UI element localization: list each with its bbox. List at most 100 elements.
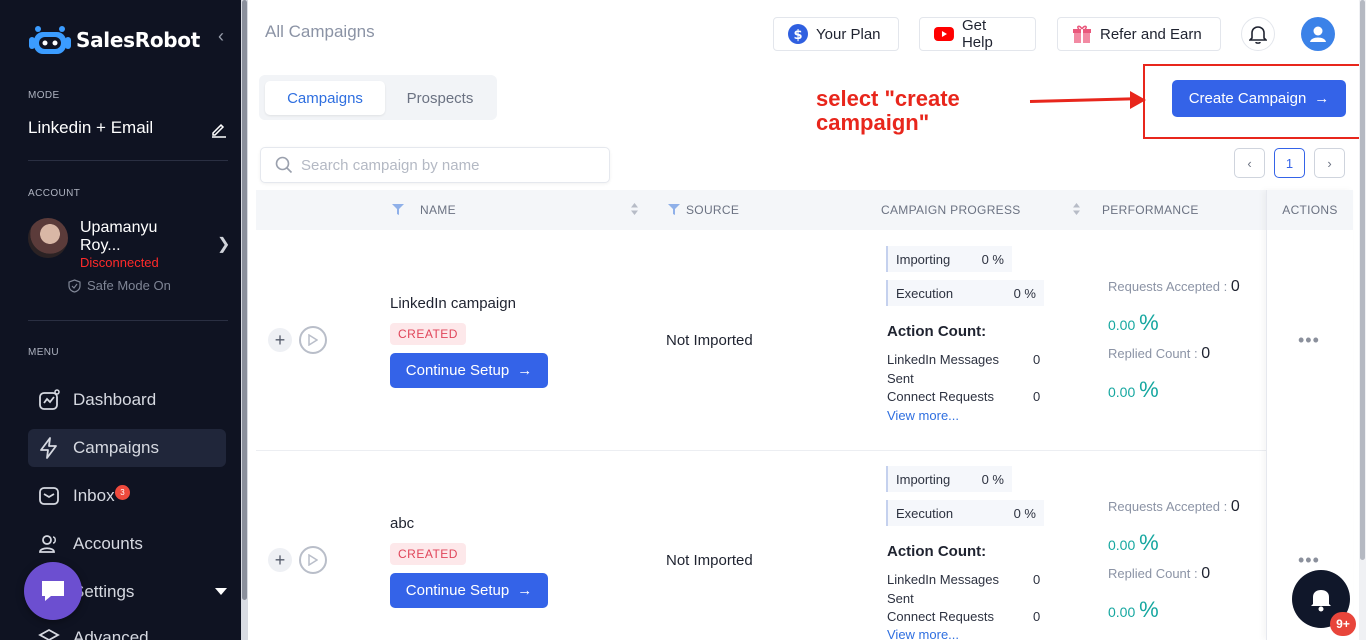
requests-accepted: Requests Accepted : 0 — [1108, 498, 1240, 516]
source-value: Not Imported — [666, 552, 753, 569]
more-options-icon[interactable]: ••• — [1298, 550, 1320, 571]
page-title: All Campaigns — [265, 22, 375, 41]
status-badge: CREATED — [390, 323, 466, 345]
mode-value: Linkedin + Email — [28, 118, 154, 137]
view-more-link[interactable]: View more... — [887, 408, 959, 423]
caret-down-icon[interactable] — [215, 588, 227, 595]
pagination-prev-button[interactable]: ‹ — [1234, 148, 1265, 178]
source-value: Not Imported — [666, 332, 753, 349]
main-scrollbar-thumb[interactable] — [1360, 0, 1365, 560]
linkedin-messages-label: LinkedIn Messages Sent — [887, 572, 1000, 606]
tab-campaigns[interactable]: Campaigns — [265, 81, 385, 115]
execution-label: Execution — [896, 285, 954, 301]
create-campaign-button[interactable]: Create Campaign → — [1172, 80, 1346, 117]
search-campaign-field[interactable] — [260, 147, 610, 183]
brand-logo[interactable]: SalesRobot — [28, 24, 200, 56]
requests-accepted-value: 0 — [1230, 278, 1240, 295]
create-campaign-label: Create Campaign — [1188, 90, 1307, 107]
sidebar-item-label: Dashboard — [73, 390, 157, 409]
arrow-right-icon: → — [517, 362, 533, 379]
importing-value: 0 % — [981, 251, 1004, 267]
chat-support-button[interactable] — [24, 562, 82, 620]
action-count-title: Action Count: — [887, 323, 987, 340]
view-more-link[interactable]: View more... — [887, 627, 959, 640]
percent-symbol: % — [1139, 530, 1159, 555]
pagination-next-button[interactable]: › — [1314, 148, 1345, 178]
sort-icon[interactable] — [1072, 202, 1081, 216]
column-header-source[interactable]: SOURCE — [686, 203, 739, 217]
users-icon — [36, 531, 62, 557]
requests-accepted-label: Requests Accepted : — [1108, 499, 1231, 514]
refer-earn-label: Refer and Earn — [1100, 25, 1202, 43]
pagination-current-page[interactable]: 1 — [1274, 148, 1305, 178]
main-scrollbar[interactable] — [1359, 0, 1366, 640]
row-divider — [256, 450, 1266, 451]
importing-progress: Importing 0 % — [886, 246, 1012, 272]
sidebar-scrollbar[interactable] — [241, 0, 248, 640]
edit-mode-icon[interactable] — [210, 120, 228, 143]
safe-mode-indicator: Safe Mode On — [68, 278, 171, 293]
replied-count-value: 0 — [1201, 565, 1211, 582]
column-header-performance[interactable]: PERFORMANCE — [1102, 203, 1199, 217]
tab-prospects[interactable]: Prospects — [389, 81, 491, 115]
mail-icon — [36, 483, 62, 509]
notification-count-badge: 9+ — [1330, 612, 1356, 636]
replied-count: Replied Count : 0 — [1108, 345, 1210, 363]
requests-accepted-percent: 0.00 % — [1108, 530, 1159, 556]
sidebar-item-dashboard[interactable]: Dashboard — [28, 381, 226, 419]
gift-icon — [1073, 25, 1091, 43]
mode-label: MODE — [28, 90, 60, 101]
more-options-icon[interactable]: ••• — [1298, 330, 1320, 351]
notifications-button[interactable] — [1241, 17, 1275, 51]
layers-icon — [36, 625, 62, 640]
connect-requests-value: 0 — [1033, 389, 1041, 404]
sidebar-item-label: Campaigns — [73, 438, 159, 457]
continue-setup-button[interactable]: Continue Setup → — [390, 353, 548, 388]
get-help-button[interactable]: Get Help — [919, 17, 1036, 51]
table-header: NAME SOURCE CAMPAIGN PROGRESS PERFORMANC… — [256, 190, 1353, 230]
filter-icon[interactable] — [668, 204, 680, 215]
your-plan-button[interactable]: $ Your Plan — [773, 17, 899, 51]
tutorial-annotation: select "create campaign" — [816, 87, 996, 135]
collapse-sidebar-icon[interactable]: ‹ — [218, 26, 224, 47]
refer-earn-button[interactable]: Refer and Earn — [1057, 17, 1221, 51]
replied-count: Replied Count : 0 — [1108, 565, 1210, 583]
connect-requests-label: Connect Requests — [887, 389, 994, 404]
requests-accepted: Requests Accepted : 0 — [1108, 278, 1240, 296]
importing-label: Importing — [896, 251, 951, 267]
action-count-title: Action Count: — [887, 543, 987, 560]
avatar[interactable] — [28, 218, 68, 258]
search-icon — [275, 156, 293, 174]
robot-logo-icon — [29, 26, 71, 54]
account-name[interactable]: Upamanyu Roy... — [80, 219, 190, 255]
play-icon[interactable] — [299, 326, 327, 354]
arrow-right-icon: → — [517, 582, 533, 599]
sidebar-item-campaigns[interactable]: Campaigns — [28, 429, 226, 467]
sidebar-item-advanced[interactable]: Advanced — [28, 619, 226, 640]
campaign-name[interactable]: abc — [390, 515, 414, 532]
user-menu-button[interactable] — [1301, 17, 1335, 51]
percent-value: 0.00 — [1108, 537, 1136, 553]
sidebar-scrollbar-thumb[interactable] — [242, 0, 247, 600]
sidebar-item-accounts[interactable]: Accounts — [28, 525, 226, 563]
plus-icon[interactable]: + — [268, 548, 292, 572]
dollar-icon: $ — [788, 24, 808, 44]
plus-icon[interactable]: + — [268, 328, 292, 352]
get-help-label: Get Help — [961, 17, 993, 51]
requests-accepted-percent: 0.00 % — [1108, 310, 1159, 336]
account-label: ACCOUNT — [28, 188, 81, 199]
column-header-name[interactable]: NAME — [420, 203, 456, 217]
execution-value: 0 % — [1013, 285, 1036, 301]
continue-setup-button[interactable]: Continue Setup → — [390, 573, 548, 608]
filter-icon[interactable] — [392, 204, 404, 215]
play-icon[interactable] — [299, 546, 327, 574]
requests-accepted-value: 0 — [1230, 498, 1240, 515]
sort-icon[interactable] — [630, 202, 639, 216]
column-header-campaign-progress[interactable]: CAMPAIGN PROGRESS — [881, 203, 1021, 217]
inbox-badge: 3 — [115, 485, 130, 500]
youtube-icon — [934, 27, 954, 41]
annotation-line-2: campaign" — [816, 110, 930, 135]
search-input[interactable] — [301, 156, 591, 174]
chevron-right-icon[interactable]: ❯ — [217, 234, 230, 254]
campaign-name[interactable]: LinkedIn campaign — [390, 295, 516, 312]
